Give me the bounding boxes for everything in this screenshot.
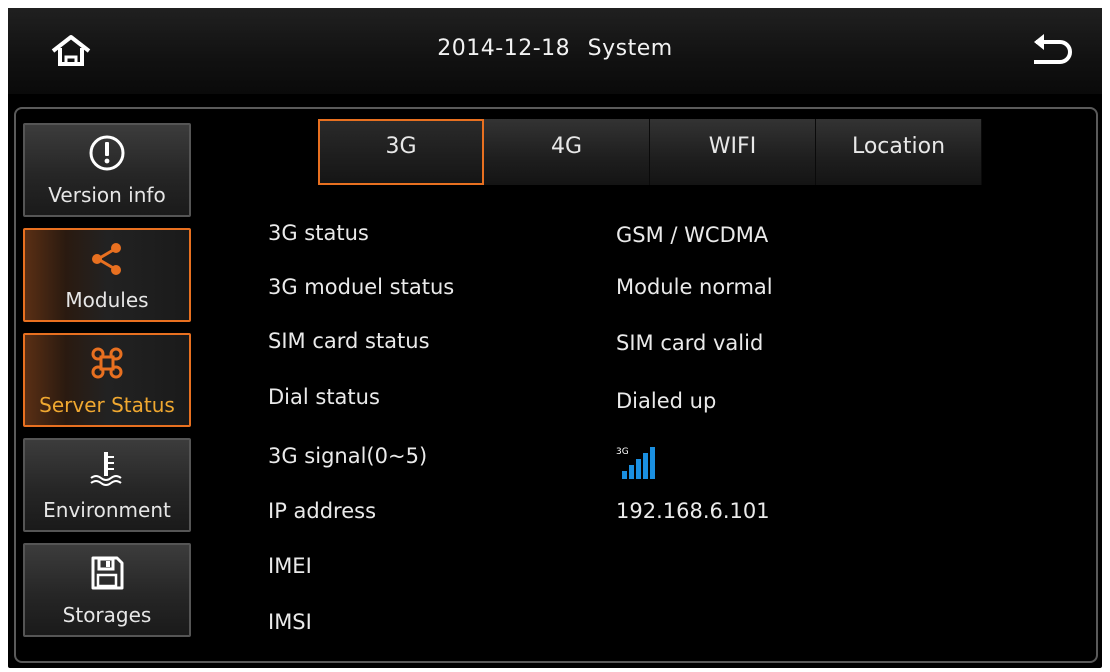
label-dial-status: Dial status: [268, 385, 380, 409]
label-sim-card-status: SIM card status: [268, 329, 430, 353]
tab-bar: 3G 4G WIFI Location: [318, 119, 982, 185]
sidebar-item-modules[interactable]: Modules: [23, 228, 191, 322]
value-3g-status: GSM / WCDMA: [616, 223, 769, 247]
sidebar-item-label: Modules: [65, 288, 149, 312]
title-bar: 2014-12-18 System: [8, 8, 1102, 94]
tab-3g[interactable]: 3G: [318, 119, 484, 185]
value-dial-status: Dialed up: [616, 389, 717, 413]
signal-badge: 3G: [616, 447, 629, 457]
signal-bar: [650, 447, 655, 479]
tab-wifi[interactable]: WIFI: [650, 119, 816, 185]
label-imei: IMEI: [268, 554, 312, 578]
value-ip-address: 192.168.6.101: [616, 499, 770, 523]
signal-bar: [643, 453, 648, 479]
save-icon: [91, 556, 124, 590]
value-3g-module-status: Module normal: [616, 275, 773, 299]
label-3g-signal: 3G signal(0~5): [268, 444, 428, 468]
back-button[interactable]: [1026, 28, 1078, 72]
tab-location[interactable]: Location: [816, 119, 982, 185]
sidebar-item-label: Server Status: [39, 393, 175, 417]
tab-4g[interactable]: 4G: [484, 119, 650, 185]
home-button[interactable]: [46, 28, 96, 72]
sidebar-item-environment[interactable]: Environment: [23, 438, 191, 532]
info-icon: [89, 135, 125, 171]
page-title: 2014-12-18 System: [308, 36, 802, 61]
signal-bar: [629, 465, 634, 479]
signal-bar: [622, 471, 627, 479]
value-sim-card-status: SIM card valid: [616, 331, 764, 355]
network-icon: [91, 347, 123, 379]
thermometer-icon: [90, 452, 122, 486]
share-icon: [92, 243, 121, 275]
label-3g-status: 3G status: [268, 221, 369, 245]
signal-strength-icon: 3G: [616, 447, 655, 479]
home-icon: [51, 35, 91, 66]
sidebar-item-storages[interactable]: Storages: [23, 543, 191, 637]
main-panel: Version info Modules Server Status Envir…: [14, 107, 1098, 663]
sidebar-item-label: Environment: [43, 498, 171, 522]
header-title: System: [587, 36, 673, 61]
back-arrow-icon: [1034, 34, 1072, 64]
sidebar-item-server-status[interactable]: Server Status: [23, 333, 191, 427]
sidebar-item-label: Storages: [62, 603, 152, 627]
header-date: 2014-12-18: [437, 36, 571, 61]
signal-bar: [636, 459, 641, 479]
device-screen: 2014-12-18 System Version info Modules S…: [8, 8, 1102, 668]
label-imsi: IMSI: [268, 610, 312, 634]
label-3g-module-status: 3G moduel status: [268, 275, 455, 299]
sidebar-item-version-info[interactable]: Version info: [23, 123, 191, 217]
label-ip-address: IP address: [268, 499, 377, 523]
sidebar-item-label: Version info: [48, 183, 166, 207]
